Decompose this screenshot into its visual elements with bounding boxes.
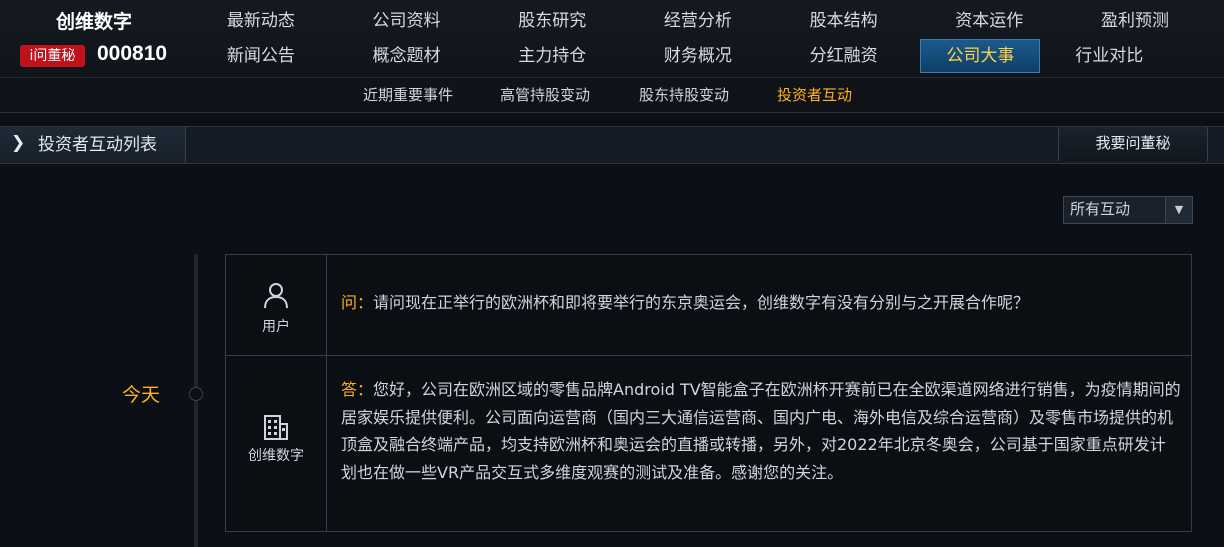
question-user-label: 用户 [262,319,290,335]
section-title: 投资者互动列表 [38,135,157,155]
nav-item-business-analysis[interactable]: 经营分析 [625,4,771,38]
filter-selected-value: 所有互动 [1070,200,1131,218]
sub-navigation: 近期重要事件 高管持股变动 股东持股变动 投资者互动 [0,77,1224,112]
subnav-investor-interaction[interactable]: 投资者互动 [777,78,852,112]
ask-secretary-badge[interactable]: i问董秘 [20,45,85,67]
nav-item-company-events[interactable]: 公司大事 [920,39,1041,73]
section-tab: ❯ 投资者互动列表 [0,127,186,163]
timeline-dot [189,387,203,401]
answer-prefix: 答： [341,380,374,399]
nav-item-latest-news[interactable]: 最新动态 [188,4,334,38]
nav-item-industry-comparison[interactable]: 行业对比 [1036,39,1182,73]
question-text: 问：请问现在正举行的欧洲杯和即将要举行的东京奥运会，创维数字有没有分别与之开展合… [341,291,1181,315]
subnav-shareholder-holdings[interactable]: 股东持股变动 [639,78,729,112]
ask-secretary-button[interactable]: 我要问董秘 [1058,127,1208,161]
question-body: 请问现在正举行的欧洲杯和即将要举行的东京奥运会，创维数字有没有分别与之开展合作呢… [373,293,1030,312]
answer-text: 答：您好，公司在欧洲区域的零售品牌Android TV智能盒子在欧洲杯开赛前已在… [341,376,1181,486]
nav-item-company-profile[interactable]: 公司资料 [334,4,480,38]
subnav-executive-holdings[interactable]: 高管持股变动 [500,78,590,112]
nav-item-capital-operation[interactable]: 资本运作 [916,4,1062,38]
question-row: 用户 问：请问现在正举行的欧洲杯和即将要举行的东京奥运会，创维数字有没有分别与之… [226,255,1191,356]
nav-row-1: 最新动态 公司资料 股东研究 经营分析 股本结构 资本运作 盈利预测 [188,4,1224,40]
nav-item-earnings-forecast[interactable]: 盈利预测 [1062,4,1208,38]
question-prefix: 问： [341,293,374,312]
nav-item-announcements[interactable]: 新闻公告 [188,39,334,73]
nav-item-financial-overview[interactable]: 财务概况 [625,39,771,73]
answer-user-label: 创维数字 [248,448,304,464]
section-bar: ❯ 投资者互动列表 我要问董秘 [0,126,1224,164]
stock-code: 000810 [97,42,168,65]
nav-item-equity-structure[interactable]: 股本结构 [771,4,917,38]
building-icon [264,415,288,440]
nav-item-dividends-financing[interactable]: 分红融资 [771,39,917,73]
nav-row-2: 新闻公告 概念题材 主力持仓 财务概况 分红融资 公司大事 行业对比 [188,39,1224,75]
date-label: 今天 [122,384,161,406]
nav-item-concepts[interactable]: 概念题材 [334,39,480,73]
user-icon [264,283,288,309]
answer-avatar-column: 创维数字 [226,356,327,531]
answer-body: 您好，公司在欧洲区域的零售品牌Android TV智能盒子在欧洲杯开赛前已在全欧… [341,380,1181,482]
subnav-recent-events[interactable]: 近期重要事件 [363,78,453,112]
interaction-filter-select[interactable]: 所有互动 ▼ [1063,196,1193,224]
question-avatar-column: 用户 [226,255,327,355]
nav-item-institutional-holdings[interactable]: 主力持仓 [479,39,625,73]
nav-item-shareholder-research[interactable]: 股东研究 [479,4,625,38]
top-header: 创维数字 i问董秘 000810 最新动态 公司资料 股东研究 经营分析 股本结… [0,0,1224,113]
answer-row: 创维数字 答：您好，公司在欧洲区域的零售品牌Android TV智能盒子在欧洲杯… [226,356,1191,531]
triangle-down-icon[interactable]: ▼ [1165,197,1192,223]
company-name: 创维数字 [55,11,132,33]
qa-card: 用户 问：请问现在正举行的欧洲杯和即将要举行的东京奥运会，创维数字有没有分别与之… [225,254,1192,532]
brand-block: 创维数字 i问董秘 000810 [0,0,188,76]
chevron-right-icon: ❯ [11,133,26,153]
